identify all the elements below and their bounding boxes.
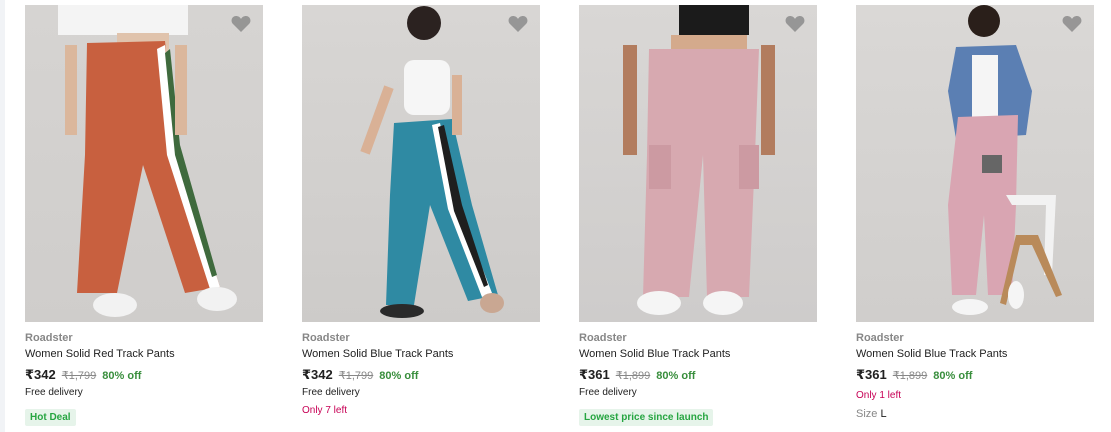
- product-price: ₹342: [25, 367, 56, 382]
- delivery-info: Free delivery: [25, 387, 83, 398]
- product-image[interactable]: [25, 5, 263, 322]
- product-grid: Roadster Women Solid Red Track Pants ₹34…: [25, 5, 1094, 426]
- product-image[interactable]: [579, 5, 817, 322]
- wishlist-heart-icon[interactable]: [508, 15, 532, 39]
- product-price: ₹361: [856, 367, 887, 382]
- product-brand: Roadster: [579, 332, 627, 344]
- left-rail: [0, 0, 5, 432]
- size-info: Size L: [856, 408, 1094, 420]
- delivery-info: Free delivery: [579, 387, 637, 398]
- product-title[interactable]: Women Solid Red Track Pants: [25, 347, 263, 362]
- wishlist-heart-icon[interactable]: [231, 15, 255, 39]
- price-row: ₹361 ₹1,899 80% off: [856, 367, 1094, 383]
- product-discount: 80% off: [102, 370, 142, 382]
- product-discount: 80% off: [933, 370, 973, 382]
- product-card[interactable]: Roadster Women Solid Red Track Pants ₹34…: [25, 5, 263, 426]
- product-card[interactable]: Roadster Women Solid Blue Track Pants ₹3…: [302, 5, 540, 426]
- product-discount: 80% off: [656, 370, 696, 382]
- product-mrp: ₹1,799: [338, 370, 374, 382]
- size-label: Size: [856, 408, 878, 420]
- size-value: L: [880, 408, 887, 420]
- wishlist-heart-icon[interactable]: [1062, 15, 1086, 39]
- product-price: ₹342: [302, 367, 333, 382]
- deal-badge: Hot Deal: [25, 409, 76, 426]
- delivery-info: Free delivery: [302, 387, 360, 398]
- product-title[interactable]: Women Solid Blue Track Pants: [856, 347, 1094, 362]
- product-image[interactable]: [302, 5, 540, 322]
- deal-badge: Lowest price since launch: [579, 409, 714, 426]
- product-title[interactable]: Women Solid Blue Track Pants: [302, 347, 540, 362]
- product-mrp: ₹1,799: [61, 370, 97, 382]
- wishlist-heart-icon[interactable]: [785, 15, 809, 39]
- product-mrp: ₹1,899: [615, 370, 651, 382]
- product-price: ₹361: [579, 367, 610, 382]
- product-card[interactable]: Roadster Women Solid Blue Track Pants ₹3…: [856, 5, 1094, 426]
- product-brand: Roadster: [856, 332, 904, 344]
- price-row: ₹361 ₹1,899 80% off: [579, 367, 817, 383]
- product-mrp: ₹1,899: [892, 370, 928, 382]
- stock-warning: Only 7 left: [302, 405, 348, 416]
- price-row: ₹342 ₹1,799 80% off: [25, 367, 263, 383]
- product-card[interactable]: Roadster Women Solid Blue Track Pants ₹3…: [579, 5, 817, 426]
- product-brand: Roadster: [25, 332, 73, 344]
- product-brand: Roadster: [302, 332, 350, 344]
- product-discount: 80% off: [379, 370, 419, 382]
- product-title[interactable]: Women Solid Blue Track Pants: [579, 347, 817, 362]
- stock-warning: Only 1 left: [856, 390, 902, 401]
- price-row: ₹342 ₹1,799 80% off: [302, 367, 540, 383]
- product-image[interactable]: [856, 5, 1094, 322]
